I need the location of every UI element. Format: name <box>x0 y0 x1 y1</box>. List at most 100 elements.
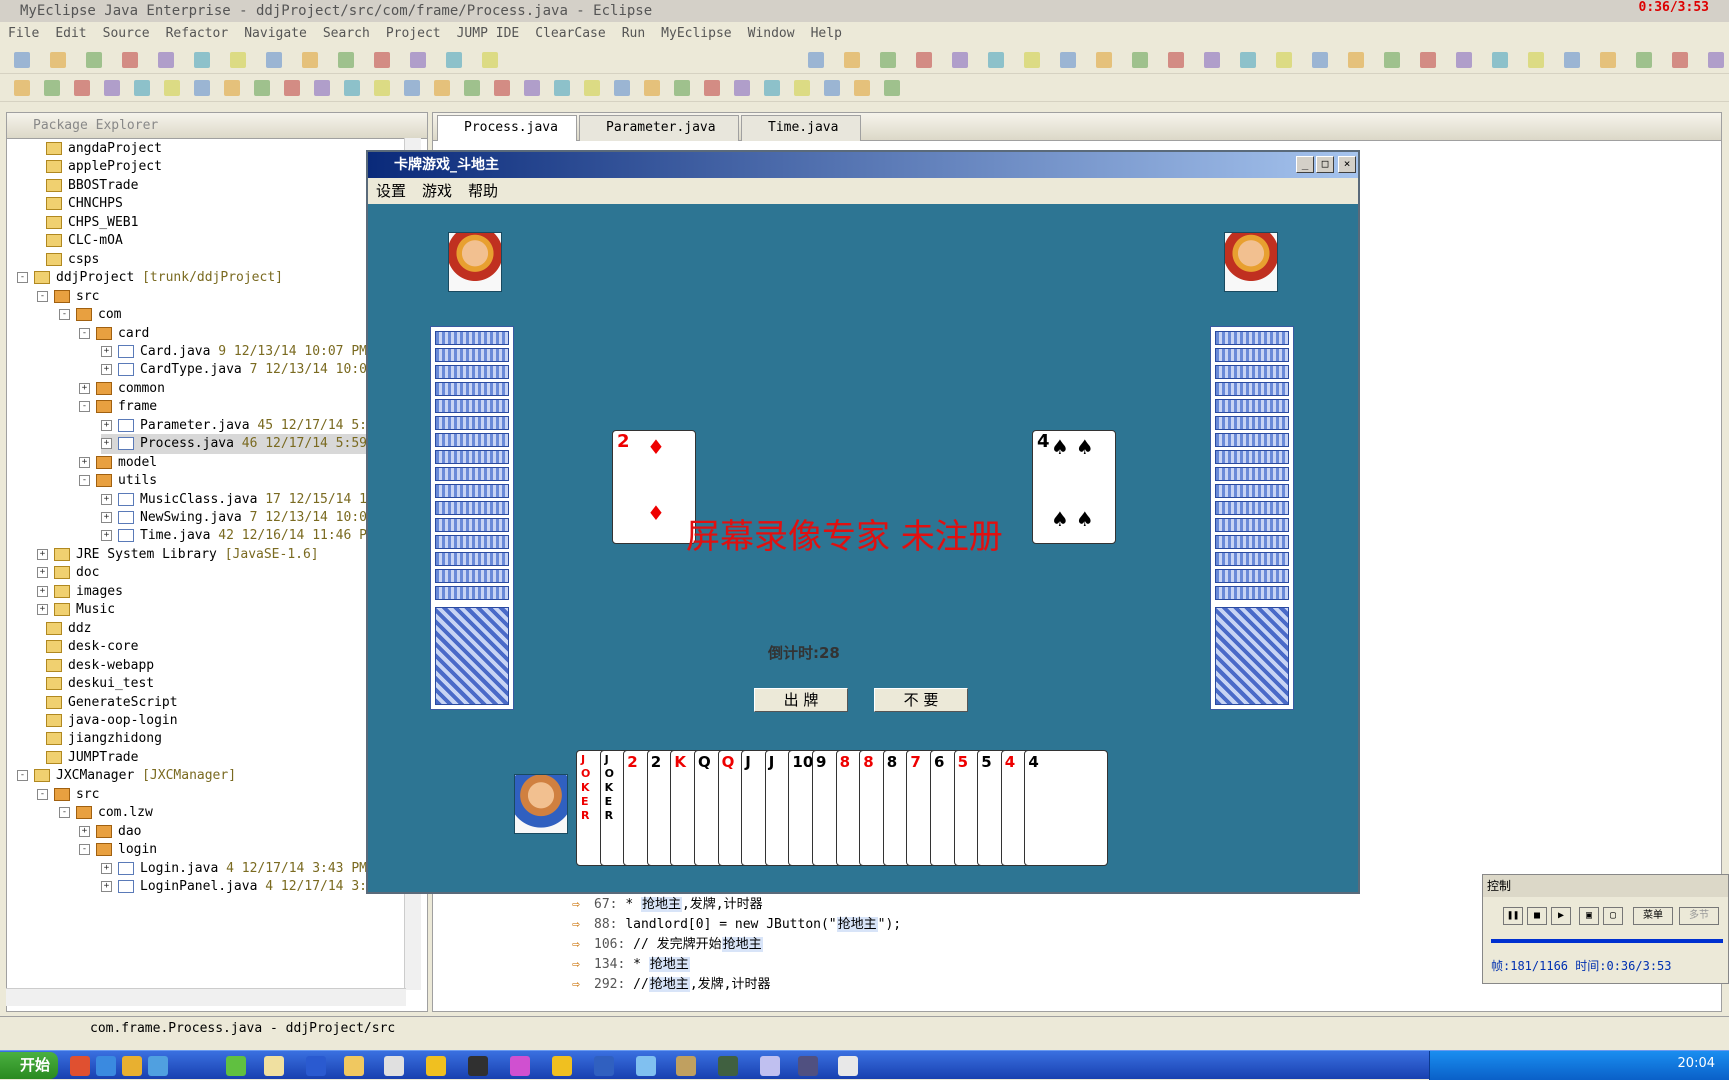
tree-item[interactable]: - utils <box>79 471 157 491</box>
toolbar-button-icon[interactable] <box>14 52 30 68</box>
taskbar-app-icon[interactable] <box>384 1056 404 1076</box>
expand-icon[interactable]: + <box>101 881 112 892</box>
menu-item-search[interactable]: Search <box>315 22 378 46</box>
toolbar-button-icon[interactable] <box>74 80 90 96</box>
collapse-icon[interactable]: - <box>17 770 28 782</box>
tree-item[interactable]: + MusicClass.java 17 12/15/14 1 <box>101 490 367 510</box>
toolbar-button-icon[interactable] <box>1456 52 1472 68</box>
toolbar-button-icon[interactable] <box>302 52 318 68</box>
toolbar-button-icon[interactable] <box>374 80 390 96</box>
menu-item-refactor[interactable]: Refactor <box>158 22 237 46</box>
toolbar-button-icon[interactable] <box>1420 52 1436 68</box>
toolbar-button-icon[interactable] <box>1312 52 1328 68</box>
tree-item[interactable]: + LoginPanel.java 4 12/17/14 3:43 PM <box>101 877 406 897</box>
expand-icon[interactable]: + <box>79 382 90 394</box>
toolbar-button-icon[interactable] <box>1636 52 1652 68</box>
collapse-icon[interactable]: - <box>17 272 28 284</box>
expand-icon[interactable]: + <box>101 419 112 431</box>
toolbar-button-icon[interactable] <box>1492 52 1508 68</box>
tree-item[interactable]: + common <box>79 379 165 399</box>
expand-icon[interactable]: + <box>101 438 112 450</box>
toolbar-button-icon[interactable] <box>122 52 138 68</box>
close-button[interactable]: × <box>1338 156 1356 173</box>
collapse-icon[interactable]: - <box>59 309 70 321</box>
tree-item[interactable]: - ddjProject [trunk/ddjProject] <box>17 268 283 288</box>
expand-icon[interactable]: + <box>37 585 48 597</box>
tree-item[interactable]: - login <box>79 840 157 860</box>
toolbar-button-icon[interactable] <box>44 80 60 96</box>
maximize-button[interactable]: □ <box>1316 156 1334 173</box>
toolbar-button-icon[interactable] <box>1384 52 1400 68</box>
start-button[interactable]: 开始 <box>0 1052 58 1079</box>
toolbar-button-icon[interactable] <box>254 80 270 96</box>
tree-item[interactable]: CHNCHPS <box>29 194 123 214</box>
tree-item[interactable]: - com <box>59 305 121 325</box>
tree-item[interactable]: - com.lzw <box>59 803 153 823</box>
toolbar-button-icon[interactable] <box>434 80 450 96</box>
tree-item[interactable]: + model <box>79 453 157 473</box>
toolbar-button-icon[interactable] <box>916 52 932 68</box>
hand-card[interactable]: 4 <box>1024 750 1109 866</box>
toolbar-button-icon[interactable] <box>1168 52 1184 68</box>
taskbar-app-icon[interactable] <box>264 1056 284 1076</box>
toolbar-button-icon[interactable] <box>988 52 1004 68</box>
collapse-icon[interactable]: - <box>37 788 48 800</box>
expand-icon[interactable]: + <box>101 364 112 376</box>
tree-item[interactable]: + Login.java 4 12/17/14 3:43 PM admi <box>101 859 406 879</box>
tree-item[interactable]: appleProject <box>29 157 162 177</box>
minimize-button[interactable]: _ <box>1296 156 1314 173</box>
tree-item[interactable]: + Process.java 46 12/17/14 5:59 <box>101 434 367 455</box>
tree-item[interactable]: angdaProject <box>29 139 162 159</box>
toolbar-button-icon[interactable] <box>446 52 462 68</box>
toolbar-button-icon[interactable] <box>230 52 246 68</box>
collapse-icon[interactable]: - <box>79 844 90 856</box>
toolbar-button-icon[interactable] <box>1564 52 1580 68</box>
tab-process-java[interactable]: Process.java <box>437 115 577 141</box>
toolbar-button-icon[interactable] <box>338 52 354 68</box>
taskbar-app-icon[interactable] <box>552 1056 572 1076</box>
toolbar-button-icon[interactable] <box>808 52 824 68</box>
toolbar-button-icon[interactable] <box>194 80 210 96</box>
tree-item[interactable]: CLC-mOA <box>29 231 123 251</box>
toolbar-button-icon[interactable] <box>1528 52 1544 68</box>
toolbar-button-icon[interactable] <box>464 80 480 96</box>
tree-item[interactable]: jiangzhidong <box>29 729 162 749</box>
collapse-icon[interactable]: - <box>37 290 48 302</box>
tree-item[interactable]: + Card.java 9 12/13/14 10:07 PM <box>101 342 367 362</box>
taskbar-app-icon[interactable] <box>226 1056 246 1076</box>
toolbar-button-icon[interactable] <box>1096 52 1112 68</box>
search-result-line[interactable]: ⇨ 88: landlord[0] = new JButton("抢地主"); <box>560 915 901 935</box>
toolbar-button-icon[interactable] <box>1240 52 1256 68</box>
pass-button[interactable]: 不 要 <box>874 688 968 712</box>
toolbar-button-icon[interactable] <box>854 80 870 96</box>
taskbar-app-icon[interactable] <box>718 1056 738 1076</box>
toolbar-button-icon[interactable] <box>584 80 600 96</box>
recorder-play-button[interactable]: ▶ <box>1551 907 1571 925</box>
toolbar-button-icon[interactable] <box>86 52 102 68</box>
tab-parameter-java[interactable]: Parameter.java <box>579 115 739 141</box>
toolbar-button-icon[interactable] <box>704 80 720 96</box>
expand-icon[interactable]: + <box>79 825 90 837</box>
tree-item[interactable]: ddz <box>29 619 91 639</box>
tree-item[interactable]: + Parameter.java 45 12/17/14 5: <box>101 416 367 436</box>
collapse-icon[interactable]: - <box>79 475 90 487</box>
toolbar-button-icon[interactable] <box>1600 52 1616 68</box>
tree-item[interactable]: + NewSwing.java 7 12/13/14 10:0 <box>101 508 367 528</box>
toolbar-button-icon[interactable] <box>524 80 540 96</box>
expand-icon[interactable]: + <box>101 862 112 874</box>
toolbar-button-icon[interactable] <box>14 80 30 96</box>
word-icon[interactable] <box>306 1056 326 1076</box>
tree-item[interactable]: + Time.java 42 12/16/14 11:46 P <box>101 526 367 546</box>
tree-item[interactable]: + dao <box>79 822 141 842</box>
toolbar-button-icon[interactable] <box>284 80 300 96</box>
toolbar-button-icon[interactable] <box>1024 52 1040 68</box>
expand-icon[interactable]: + <box>79 456 90 468</box>
toolbar-button-icon[interactable] <box>884 80 900 96</box>
package-explorer-tab[interactable]: Package Explorer <box>7 113 427 139</box>
tree-item[interactable]: + JRE System Library [JavaSE-1.6] <box>37 545 319 565</box>
tree-item[interactable]: java-oop-login <box>29 711 178 731</box>
toolbar-button-icon[interactable] <box>644 80 660 96</box>
menu-help[interactable]: 帮助 <box>460 178 506 204</box>
tree-item[interactable]: JUMPTrade <box>29 748 138 768</box>
collapse-icon[interactable]: - <box>79 401 90 413</box>
